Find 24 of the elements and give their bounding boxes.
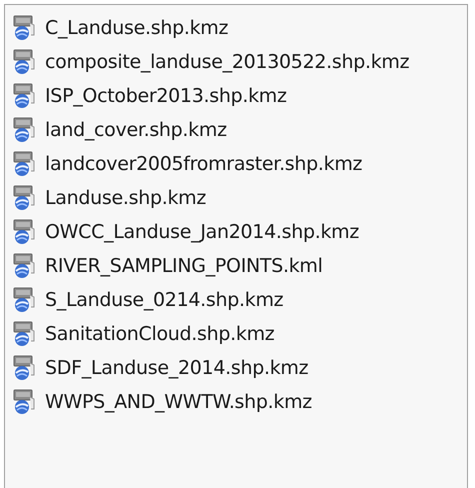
- file-name[interactable]: landcover2005fromraster.shp.kmz: [45, 153, 362, 175]
- globe-file-icon: [13, 321, 35, 347]
- file-name[interactable]: RIVER_SAMPLING_POINTS.kml: [45, 255, 323, 277]
- globe-file-icon: [13, 117, 35, 143]
- globe-file-icon: [13, 15, 35, 41]
- file-name[interactable]: composite_landuse_20130522.shp.kmz: [45, 51, 410, 73]
- file-name[interactable]: WWPS_AND_WWTW.shp.kmz: [45, 391, 312, 413]
- globe-file-icon: [13, 389, 35, 415]
- file-name[interactable]: C_Landuse.shp.kmz: [45, 17, 228, 39]
- file-name[interactable]: SDF_Landuse_2014.shp.kmz: [45, 357, 308, 379]
- globe-file-icon: [13, 185, 35, 211]
- file-name[interactable]: S_Landuse_0214.shp.kmz: [45, 289, 284, 311]
- globe-file-icon: [13, 151, 35, 177]
- globe-file-icon: [13, 253, 35, 279]
- globe-file-icon: [13, 83, 35, 109]
- file-name[interactable]: OWCC_Landuse_Jan2014.shp.kmz: [45, 221, 360, 243]
- file-name[interactable]: ISP_October2013.shp.kmz: [45, 85, 287, 107]
- file-name[interactable]: Landuse.shp.kmz: [45, 187, 206, 209]
- globe-file-icon: [13, 49, 35, 75]
- globe-file-icon: [13, 219, 35, 245]
- file-name[interactable]: SanitationCloud.shp.kmz: [45, 323, 274, 345]
- globe-file-icon: [13, 355, 35, 381]
- file-name[interactable]: land_cover.shp.kmz: [45, 119, 227, 141]
- globe-file-icon: [13, 287, 35, 313]
